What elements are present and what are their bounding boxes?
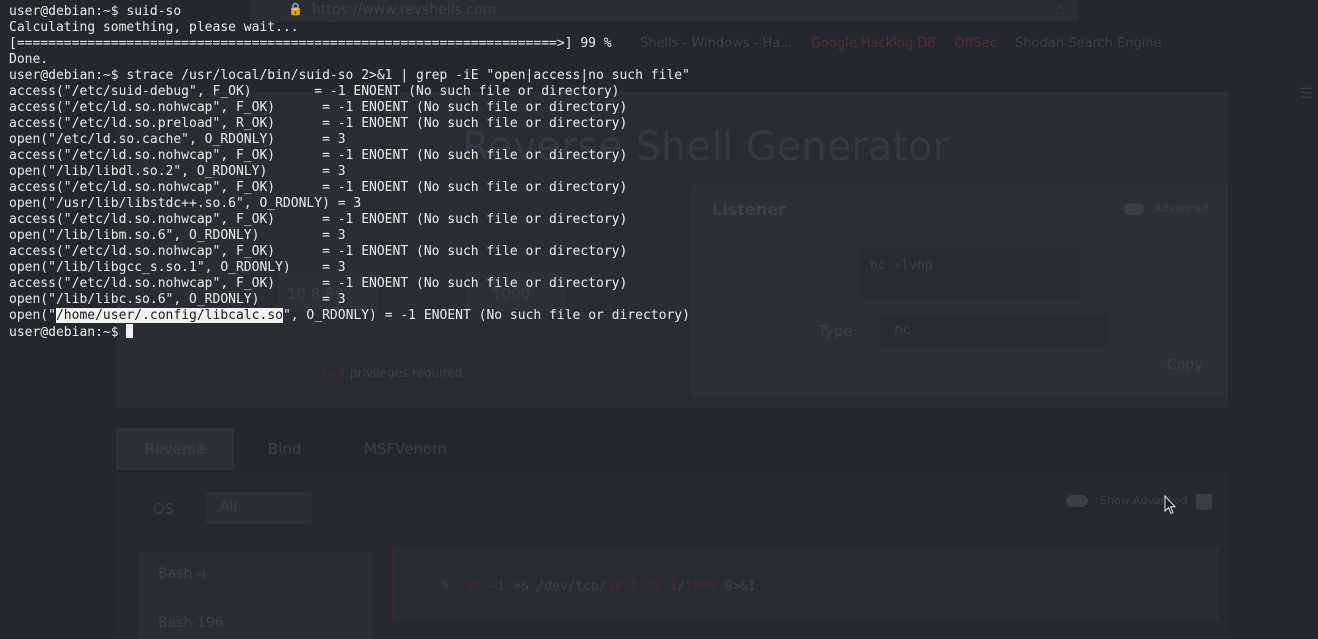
- terminal-line-missing-library: open("/home/user/.config/libcalc.so", O_…: [9, 308, 690, 324]
- shell-prompt: user@debian:~$: [9, 325, 127, 340]
- terminal-line: open("/lib/libgcc_s.so.1", O_RDONLY) = 3: [9, 260, 346, 275]
- terminal-line: open("/etc/ld.so.cache", O_RDONLY) = 3: [9, 132, 346, 147]
- terminal-line: user@debian:~$ strace /usr/local/bin/sui…: [9, 68, 690, 83]
- terminal-line: access("/etc/ld.so.nohwcap", F_OK) = -1 …: [9, 244, 628, 259]
- line-prefix: open(": [9, 308, 56, 323]
- terminal-line: access("/etc/ld.so.nohwcap", F_OK) = -1 …: [9, 100, 628, 115]
- selected-path-highlight[interactable]: /home/user/.config/libcalc.so: [55, 308, 283, 323]
- terminal-prompt-line[interactable]: user@debian:~$: [9, 324, 134, 341]
- terminal-line: access("/etc/ld.so.preload", R_OK) = -1 …: [9, 116, 628, 131]
- terminal-line: access("/etc/ld.so.nohwcap", F_OK) = -1 …: [9, 212, 628, 227]
- terminal-line: access("/etc/suid-debug", F_OK) = -1 ENO…: [9, 84, 620, 99]
- terminal-line: Done.: [9, 52, 49, 67]
- progress-bar-line: [=======================================…: [9, 36, 612, 51]
- terminal-line: open("/lib/libc.so.6", O_RDONLY) = 3: [9, 292, 346, 307]
- text-cursor: [126, 324, 134, 338]
- terminal-line: Calculating something, please wait...: [9, 20, 299, 35]
- terminal-line: access("/etc/ld.so.nohwcap", F_OK) = -1 …: [9, 276, 628, 291]
- terminal-line: open("/lib/libdl.so.2", O_RDONLY) = 3: [9, 164, 346, 179]
- terminal-line: access("/etc/ld.so.nohwcap", F_OK) = -1 …: [9, 148, 628, 163]
- terminal-window[interactable]: user@debian:~$ suid-so Calculating somet…: [0, 0, 1318, 639]
- mouse-pointer-icon: [1164, 495, 1176, 515]
- terminal-line: open("/usr/lib/libstdc++.so.6", O_RDONLY…: [9, 196, 362, 211]
- terminal-line: open("/lib/libm.so.6", O_RDONLY) = 3: [9, 228, 346, 243]
- line-suffix: ", O_RDONLY) = -1 ENOENT (No such file o…: [282, 308, 690, 323]
- terminal-line: user@debian:~$ suid-so: [9, 4, 182, 19]
- terminal-line: access("/etc/ld.so.nohwcap", F_OK) = -1 …: [9, 180, 628, 195]
